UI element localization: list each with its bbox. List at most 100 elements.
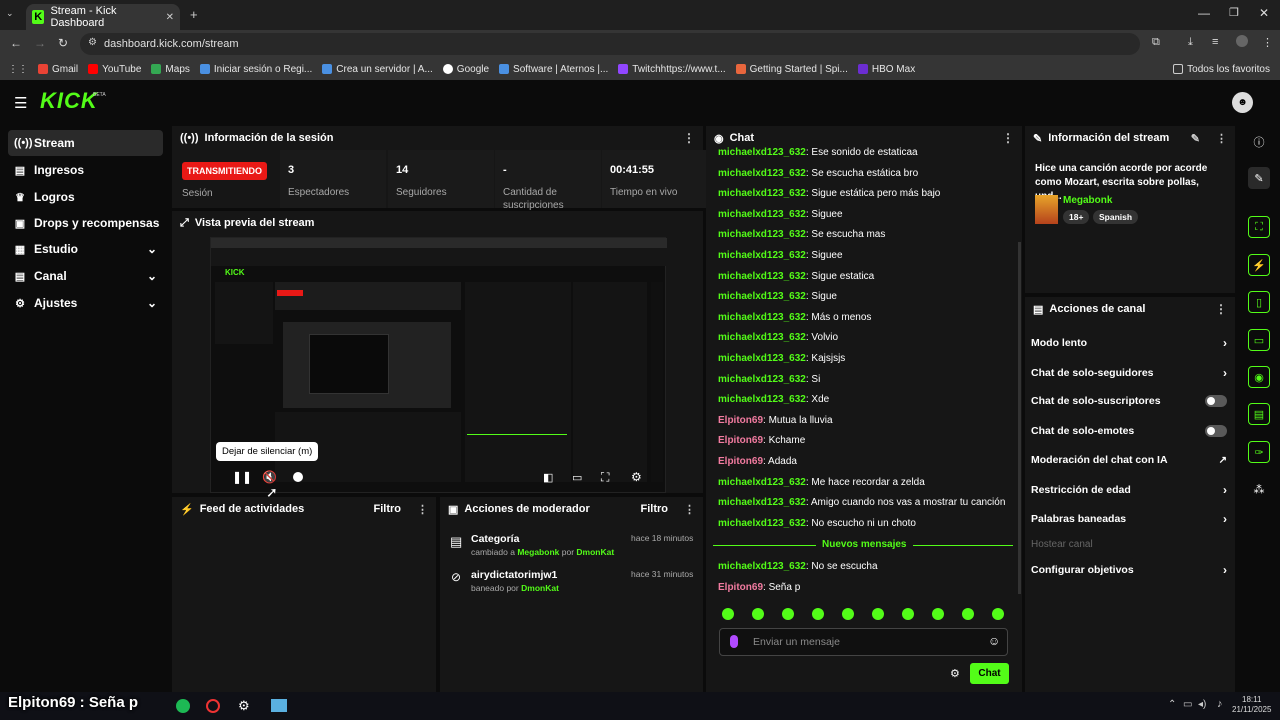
lightning-icon[interactable]: ⚡ <box>1248 254 1270 276</box>
bookmark-item[interactable]: Crea un servidor | A... <box>322 64 433 75</box>
sidebar-item-drops[interactable]: ▣ Drops y recompensas <box>8 210 163 236</box>
chat-username[interactable]: Elpiton69 <box>718 415 763 426</box>
chat-username[interactable]: michaelxd123_632 <box>718 312 806 323</box>
chat-username[interactable]: michaelxd123_632 <box>718 229 806 240</box>
user-avatar[interactable]: ☻ <box>1232 92 1253 113</box>
chat-username[interactable]: michaelxd123_632 <box>718 291 806 302</box>
chat-username[interactable]: michaelxd123_632 <box>718 477 806 488</box>
browser-menu-icon[interactable]: ⋮ <box>1262 36 1273 49</box>
chat-scrollbar[interactable] <box>1018 242 1021 594</box>
settings-gear-icon[interactable]: ⚙ <box>631 470 642 484</box>
sidebar-item-ajustes[interactable]: ⚙ Ajustes ⌄ <box>8 290 163 316</box>
action-banned-words[interactable]: Palabras baneadas › <box>1031 512 1227 526</box>
chat-username[interactable]: michaelxd123_632 <box>718 332 806 343</box>
tab-list-icon[interactable]: ⌄ <box>6 8 14 19</box>
new-tab-icon[interactable]: + <box>190 7 198 22</box>
kick-logo[interactable]: KICK <box>40 88 98 114</box>
more-options-icon[interactable]: ⋮ <box>1002 131 1014 145</box>
tray-chevron-icon[interactable]: ⌃ <box>1168 699 1176 710</box>
emote-icon[interactable] <box>782 608 794 620</box>
download-icon[interactable]: ⤓ <box>1188 36 1193 49</box>
action-age-restriction[interactable]: Restricción de edad › <box>1031 483 1227 497</box>
layout-icon[interactable]: ▤ <box>1248 403 1270 425</box>
sidebar-item-estudio[interactable]: ▦ Estudio ⌄ <box>8 236 163 262</box>
action-followers-only[interactable]: Chat de solo-seguidores › <box>1031 366 1227 380</box>
wrench-icon[interactable]: ✑ <box>1248 441 1270 463</box>
bookmark-item[interactable]: YouTube <box>88 64 141 75</box>
more-options-icon[interactable]: ⋮ <box>417 503 428 516</box>
emote-icon[interactable] <box>992 608 1004 620</box>
settings-gear-icon[interactable]: ⚙ <box>238 698 250 714</box>
microphone-icon[interactable]: ♪ <box>1217 698 1223 710</box>
emotes-only-toggle[interactable] <box>1205 425 1227 437</box>
bookmark-item[interactable]: Iniciar sesión o Regi... <box>199 64 312 75</box>
subscribers-only-toggle[interactable] <box>1205 395 1227 407</box>
chat-username[interactable]: Elpiton69 <box>718 435 763 446</box>
broadcast-icon[interactable]: ◉ <box>1248 366 1270 388</box>
edit-pencil-icon[interactable]: ✎ <box>1191 132 1200 145</box>
chat-settings-icon[interactable]: ⚙ <box>950 667 960 680</box>
bookmark-item[interactable]: Software | Aternos |... <box>499 64 608 75</box>
filter-button[interactable]: Filtro <box>374 503 402 515</box>
minimize-icon[interactable]: — <box>1198 6 1210 20</box>
sidebar-item-ingresos[interactable]: ▤ Ingresos <box>8 157 163 183</box>
apps-icon[interactable]: ⋮⋮ <box>8 64 28 75</box>
app-icon[interactable] <box>271 699 287 712</box>
emote-icon[interactable] <box>722 608 734 620</box>
chat-username[interactable]: michaelxd123_632 <box>718 374 806 385</box>
bookmark-item[interactable]: HBO Max <box>857 64 915 75</box>
bookmark-item[interactable]: Google <box>442 64 489 75</box>
restore-icon[interactable]: ❐ <box>1229 6 1239 19</box>
category-name[interactable]: Megabonk <box>1063 195 1112 206</box>
edit-pencil-icon[interactable]: ✎ <box>1248 167 1270 189</box>
close-window-icon[interactable]: ✕ <box>1259 6 1269 20</box>
more-options-icon[interactable]: ⋮ <box>684 503 695 516</box>
theater-mode-icon[interactable]: ▭ <box>572 471 582 484</box>
bookmark-item[interactable]: Twitchhttps://www.t... <box>618 64 726 75</box>
chat-username[interactable]: michaelxd123_632 <box>718 188 806 199</box>
spotify-icon[interactable] <box>176 699 190 713</box>
emoji-icon[interactable]: ☺ <box>988 634 1000 648</box>
emote-icon[interactable] <box>872 608 884 620</box>
chat-username[interactable]: michaelxd123_632 <box>718 518 806 529</box>
bookmark-item[interactable]: Maps <box>151 64 190 75</box>
chat-username[interactable]: michaelxd123_632 <box>718 271 806 282</box>
chat-bubble-icon[interactable]: ▭ <box>1248 329 1270 351</box>
site-info-icon[interactable]: ⚙ <box>88 37 97 48</box>
send-chat-button[interactable]: Chat <box>970 663 1009 684</box>
muted-speaker-icon[interactable]: 🔇 <box>262 470 277 484</box>
chat-username[interactable]: Elpiton69 <box>718 582 763 593</box>
emote-icon[interactable] <box>932 608 944 620</box>
reload-icon[interactable]: ↻ <box>58 36 68 50</box>
microphone-icon[interactable] <box>730 635 738 648</box>
more-options-icon[interactable]: ⋮ <box>1216 132 1227 145</box>
picture-in-picture-icon[interactable]: ◧ <box>543 471 553 484</box>
chat-input[interactable]: Enviar un mensaje ☺ <box>719 628 1008 656</box>
forward-icon[interactable]: → <box>34 36 46 50</box>
mod-user-link[interactable]: DmonKat <box>521 583 559 593</box>
emote-icon[interactable] <box>752 608 764 620</box>
category-link[interactable]: Megabonk <box>517 547 559 557</box>
app-icon[interactable] <box>206 699 220 713</box>
bookmark-item[interactable]: Gmail <box>38 64 78 75</box>
browser-tab[interactable]: K Stream - Kick Dashboard ✕ <box>26 4 180 30</box>
fullscreen-icon[interactable]: ⛶ <box>601 470 609 485</box>
emote-icon[interactable] <box>812 608 824 620</box>
action-configure-goals[interactable]: Configurar objetivos › <box>1031 563 1227 577</box>
emote-icon[interactable] <box>902 608 914 620</box>
more-options-icon[interactable]: ⋮ <box>1215 302 1227 316</box>
extensions-icon[interactable]: ⧉ <box>1152 36 1160 49</box>
mod-user-link[interactable]: DmonKat <box>576 547 614 557</box>
category-thumbnail[interactable] <box>1035 195 1058 224</box>
chat-username[interactable]: Elpiton69 <box>718 456 763 467</box>
chat-username[interactable]: michaelxd123_632 <box>718 394 806 405</box>
trash-icon[interactable]: ▯ <box>1248 291 1270 313</box>
action-ai-moderation[interactable]: Moderación del chat con IA ↗ <box>1031 454 1227 466</box>
info-icon[interactable]: ⓘ <box>1248 131 1270 153</box>
url-field[interactable]: ⚙ dashboard.kick.com/stream <box>80 33 1140 55</box>
filter-button[interactable]: Filtro <box>641 503 669 515</box>
sidebar-item-stream[interactable]: ((•)) Stream <box>8 130 163 156</box>
hamburger-menu-icon[interactable]: ☰ <box>14 94 27 112</box>
tray-icon[interactable]: ▭ <box>1183 699 1192 710</box>
all-bookmarks[interactable]: Todos los favoritos <box>1173 64 1270 75</box>
